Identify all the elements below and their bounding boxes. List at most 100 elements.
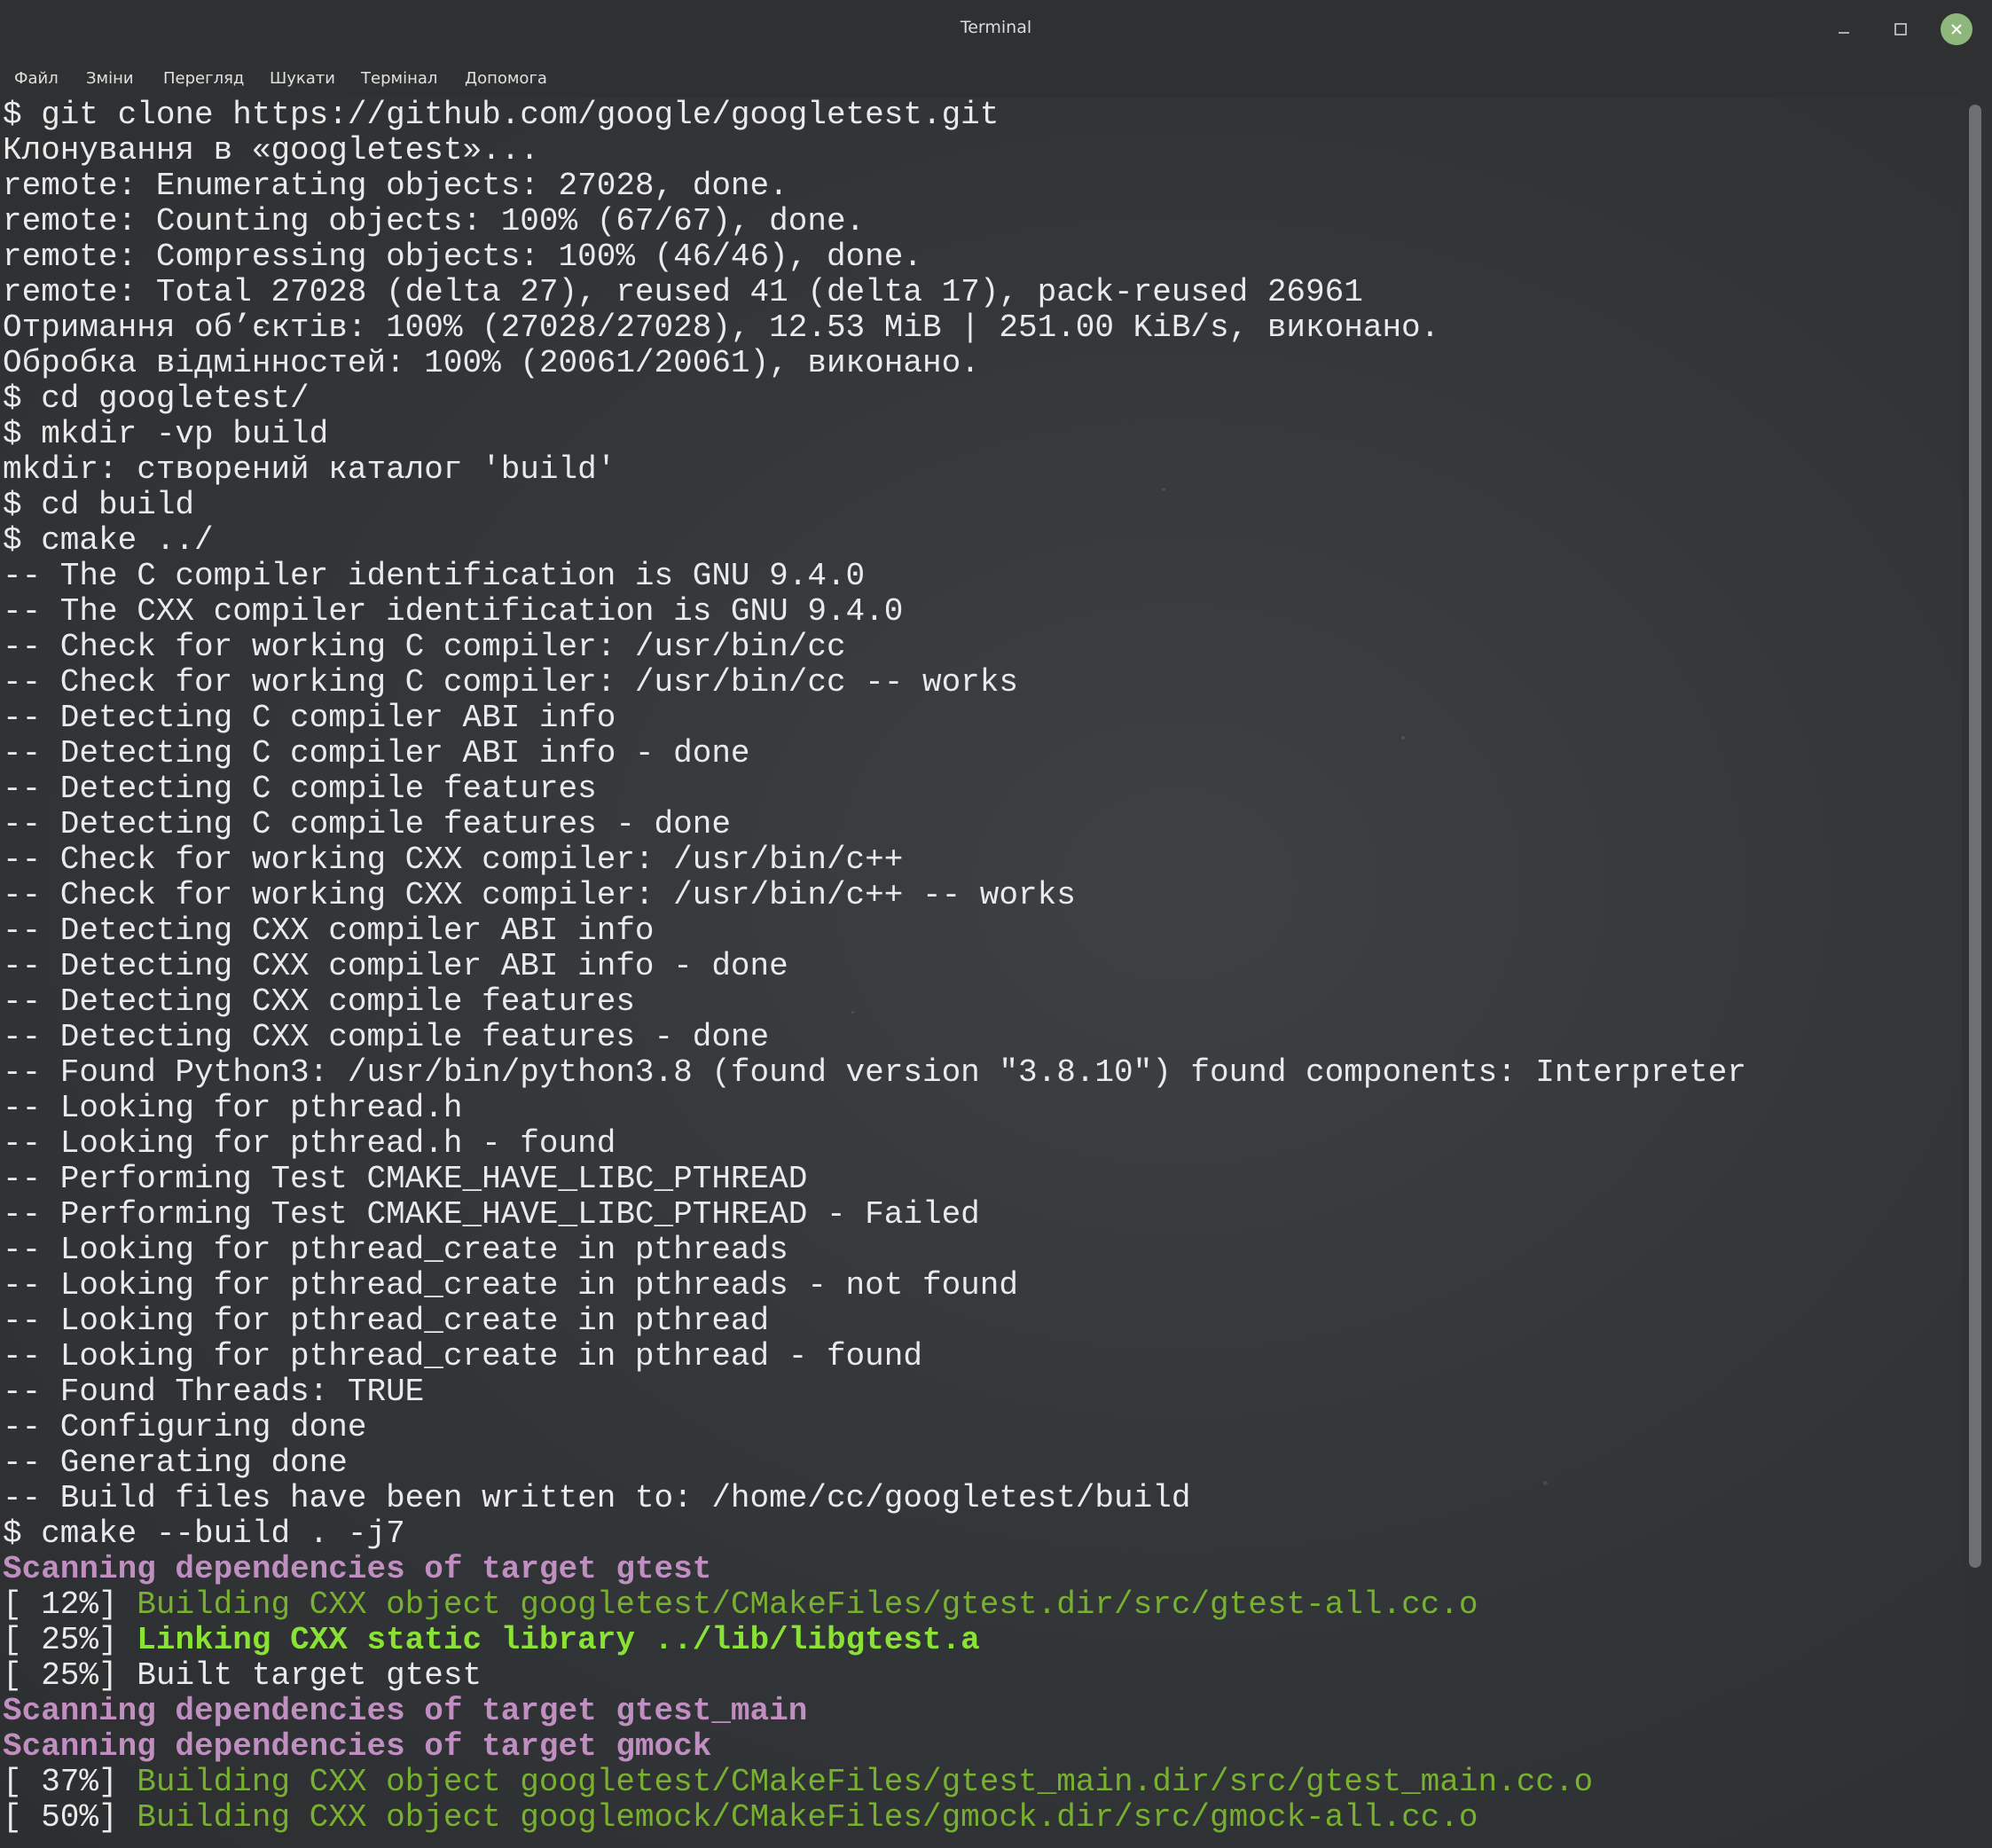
terminal-line: -- Detecting CXX compiler ABI info — [3, 913, 1746, 949]
terminal-line: [ 25%] Linking CXX static library ../lib… — [3, 1623, 1746, 1658]
terminal-line: -- Found Threads: TRUE — [3, 1374, 1746, 1410]
line-text: Клонування в «googletest»... — [3, 132, 539, 168]
line-text: -- Check for working C compiler: /usr/bi… — [3, 664, 1018, 701]
terminal-line: $ git clone https://github.com/google/go… — [3, 98, 1746, 133]
terminal-line: -- Detecting CXX compile features — [3, 984, 1746, 1020]
line-text: remote: Total 27028 (delta 27), reused 4… — [3, 274, 1363, 310]
terminal-output[interactable]: $ git clone https://github.com/google/go… — [0, 98, 1962, 1848]
line-text: -- Detecting CXX compiler ABI info — [3, 912, 655, 949]
line-text: -- Detecting C compiler ABI info - done — [3, 735, 750, 771]
line-text: -- Configuring done — [3, 1409, 367, 1445]
line-text: Обробка відмінностей: 100% (20061/20061)… — [3, 345, 980, 381]
terminal-line: $ cd googletest/ — [3, 381, 1746, 417]
menu-file[interactable]: Файл — [14, 69, 59, 88]
terminal-line: Отримання об’єктів: 100% (27028/27028), … — [3, 310, 1746, 346]
terminal-lines: $ git clone https://github.com/google/go… — [3, 98, 1746, 1836]
progress-prefix: [ 12%] — [3, 1586, 137, 1623]
line-text: -- Detecting C compile features — [3, 771, 597, 807]
terminal-line: -- Looking for pthread_create in pthread… — [3, 1339, 1746, 1374]
line-text: -- Found Python3: /usr/bin/python3.8 (fo… — [3, 1054, 1746, 1091]
line-text: Отримання об’єктів: 100% (27028/27028), … — [3, 309, 1440, 346]
line-text: -- Looking for pthread_create in pthread… — [3, 1338, 922, 1374]
menu-terminal[interactable]: Термінал — [361, 69, 437, 88]
terminal-line: -- Build files have been written to: /ho… — [3, 1481, 1746, 1516]
line-text: -- Generating done — [3, 1445, 348, 1481]
progress-prefix: [ 50%] — [3, 1799, 137, 1836]
scrollbar[interactable] — [1962, 98, 1992, 1848]
line-text: -- Check for working C compiler: /usr/bi… — [3, 629, 846, 665]
line-text: -- The C compiler identification is GNU … — [3, 558, 866, 594]
terminal-line: Scanning dependencies of target gtest — [3, 1552, 1746, 1587]
terminal-line: Scanning dependencies of target gmock — [3, 1729, 1746, 1765]
scrollbar-thumb[interactable] — [1969, 105, 1981, 1568]
terminal-line: mkdir: створений каталог 'build' — [3, 452, 1746, 488]
line-text: -- The CXX compiler identification is GN… — [3, 593, 904, 630]
line-text: Building CXX object googletest/CMakeFile… — [137, 1586, 1478, 1623]
terminal-line: $ cmake ../ — [3, 523, 1746, 559]
terminal-line: [ 50%] Building CXX object googlemock/CM… — [3, 1800, 1746, 1836]
line-text: $ git clone https://github.com/google/go… — [3, 98, 1000, 133]
line-text: $ cmake --build . -j7 — [3, 1515, 405, 1552]
terminal-line: -- Detecting C compile features — [3, 771, 1746, 807]
terminal-line: remote: Total 27028 (delta 27), reused 4… — [3, 275, 1746, 310]
terminal-line: -- The CXX compiler identification is GN… — [3, 594, 1746, 630]
terminal-line: -- Performing Test CMAKE_HAVE_LIBC_PTHRE… — [3, 1197, 1746, 1233]
menu-view[interactable]: Перегляд — [163, 69, 244, 88]
menu-edit[interactable]: Зміни — [86, 69, 134, 88]
line-text: Scanning dependencies of target gtest — [3, 1551, 712, 1587]
terminal-line: -- Configuring done — [3, 1410, 1746, 1445]
close-icon — [1941, 13, 1972, 45]
line-text: $ cmake ../ — [3, 522, 214, 559]
terminal-line: -- Check for working CXX compiler: /usr/… — [3, 878, 1746, 913]
terminal-line: $ cmake --build . -j7 — [3, 1516, 1746, 1552]
line-text: -- Detecting CXX compiler ABI info - don… — [3, 948, 788, 984]
terminal-line: -- Detecting C compiler ABI info - done — [3, 736, 1746, 771]
terminal-line: -- Looking for pthread.h - found — [3, 1126, 1746, 1162]
line-text: -- Looking for pthread.h — [3, 1090, 463, 1126]
terminal-line: -- Detecting CXX compile features - done — [3, 1020, 1746, 1055]
line-text: -- Looking for pthread_create in pthread… — [3, 1267, 1018, 1304]
terminal-line: -- Detecting C compiler ABI info — [3, 701, 1746, 736]
line-text: Scanning dependencies of target gmock — [3, 1728, 712, 1765]
line-text: -- Detecting C compile features - done — [3, 806, 731, 842]
terminal-line: Обробка відмінностей: 100% (20061/20061)… — [3, 346, 1746, 381]
line-text: -- Looking for pthread.h - found — [3, 1125, 616, 1162]
line-text: -- Looking for pthread_create in pthread — [3, 1303, 770, 1339]
line-text: Linking CXX static library ../lib/libgte… — [137, 1622, 980, 1658]
terminal-line: remote: Enumerating objects: 27028, done… — [3, 168, 1746, 204]
line-text: -- Check for working CXX compiler: /usr/… — [3, 877, 1076, 913]
title-bar[interactable]: Terminal — [0, 0, 1992, 60]
line-text: -- Detecting CXX compile features — [3, 983, 635, 1020]
menu-search[interactable]: Шукати — [270, 69, 335, 88]
progress-prefix: [ 25%] — [3, 1657, 137, 1694]
terminal-line: -- Looking for pthread_create in pthread… — [3, 1233, 1746, 1268]
terminal-line: -- Looking for pthread_create in pthread… — [3, 1268, 1746, 1304]
line-text: $ cd googletest/ — [3, 380, 310, 417]
line-text: Scanning dependencies of target gtest_ma… — [3, 1693, 808, 1729]
line-text: -- Detecting C compiler ABI info — [3, 700, 616, 736]
terminal-line: remote: Counting objects: 100% (67/67), … — [3, 204, 1746, 239]
terminal-window: Terminal Файл Зміни Перегляд Шукати Терм… — [0, 0, 1992, 1848]
close-button[interactable] — [1938, 11, 1975, 48]
line-text: -- Found Threads: TRUE — [3, 1374, 425, 1410]
line-text: Built target gtest — [137, 1657, 482, 1694]
line-text: mkdir: створений каталог 'build' — [3, 451, 616, 488]
minimize-icon — [1839, 32, 1849, 34]
line-text: remote: Enumerating objects: 27028, done… — [3, 168, 788, 204]
line-text: remote: Counting objects: 100% (67/67), … — [3, 203, 866, 239]
maximize-button[interactable] — [1882, 11, 1919, 48]
line-text: Building CXX object googletest/CMakeFile… — [137, 1764, 1594, 1800]
line-text: -- Check for working CXX compiler: /usr/… — [3, 842, 904, 878]
line-text: -- Performing Test CMAKE_HAVE_LIBC_PTHRE… — [3, 1196, 980, 1233]
line-text: Building CXX object googlemock/CMakeFile… — [137, 1799, 1478, 1836]
terminal-line: -- Looking for pthread.h — [3, 1091, 1746, 1126]
line-text: $ mkdir -vp build — [3, 416, 329, 452]
terminal-line: -- Check for working CXX compiler: /usr/… — [3, 842, 1746, 878]
menu-bar: Файл Зміни Перегляд Шукати Термінал Допо… — [0, 60, 1992, 98]
minimize-button[interactable] — [1825, 11, 1863, 48]
menu-help[interactable]: Допомога — [465, 69, 547, 88]
terminal-line: Scanning dependencies of target gtest_ma… — [3, 1694, 1746, 1729]
line-text: $ cd build — [3, 487, 195, 523]
terminal-line: -- The C compiler identification is GNU … — [3, 559, 1746, 594]
terminal-line: -- Detecting CXX compiler ABI info - don… — [3, 949, 1746, 984]
